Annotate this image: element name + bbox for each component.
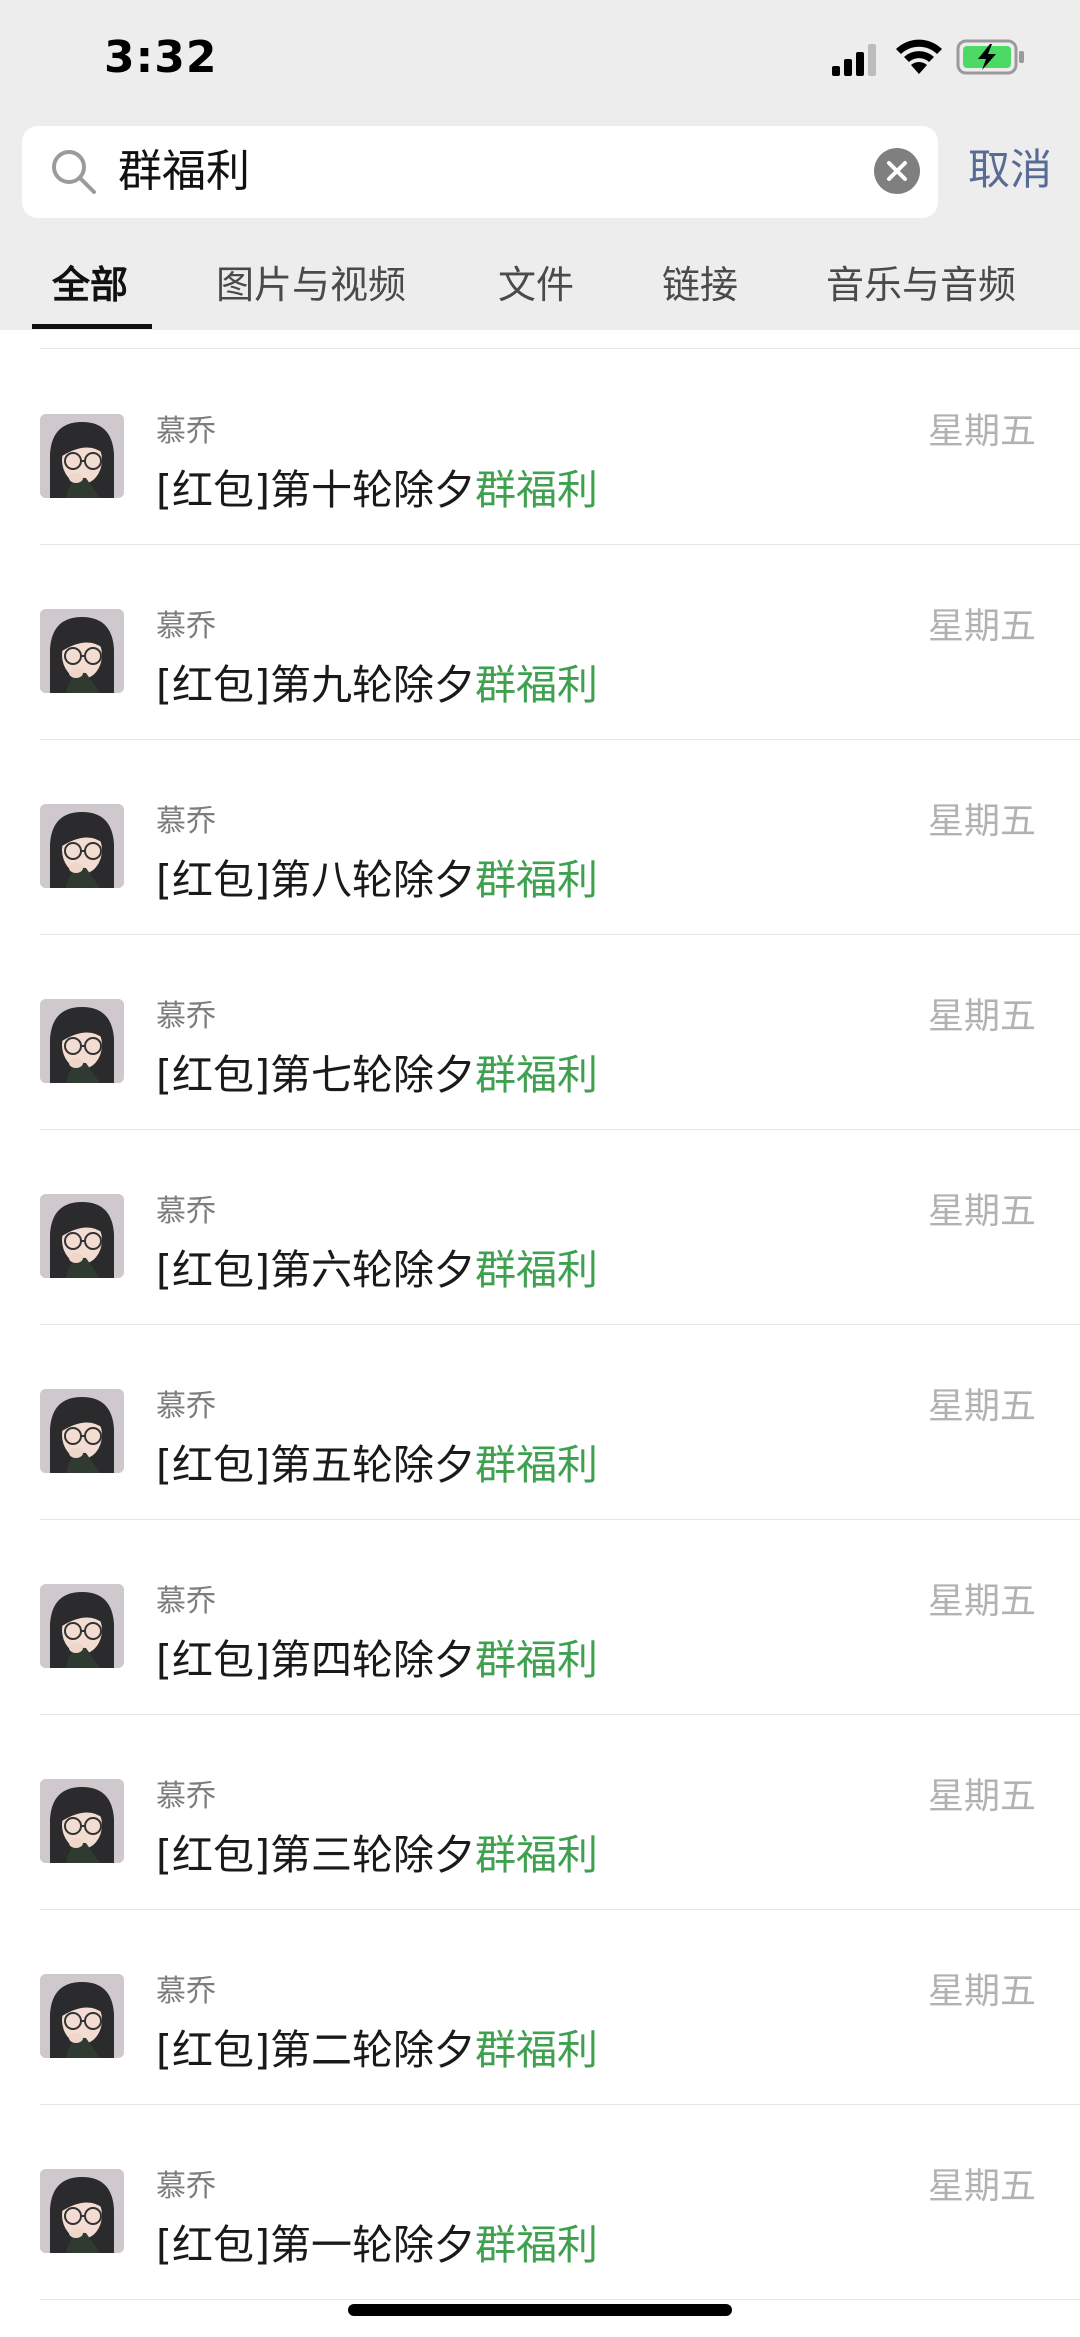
- highlighted-keyword: 群福利: [475, 1051, 598, 1099]
- sender-name: 慕乔: [156, 1194, 216, 1229]
- sender-name: 慕乔: [156, 1389, 216, 1424]
- search-icon: [52, 150, 96, 194]
- message-snippet: [红包]第八轮除夕群福利: [156, 846, 598, 906]
- message-date: 星期五: [927, 1776, 1036, 1817]
- message-date: 星期五: [927, 1386, 1036, 1427]
- message-date: 星期五: [927, 996, 1036, 1037]
- message-date: 星期五: [927, 1191, 1036, 1232]
- sender-name: 慕乔: [156, 2169, 216, 2204]
- message-prefix: [红包]第六轮除夕: [156, 1246, 475, 1294]
- result-row[interactable]: 慕乔 [红包]第六轮除夕群福利 星期五: [0, 1130, 1080, 1325]
- result-row[interactable]: 慕乔 [红包]第四轮除夕群福利 星期五: [0, 1520, 1080, 1715]
- avatar: [40, 2169, 124, 2253]
- avatar: [40, 1194, 124, 1278]
- search-field[interactable]: 群福利: [22, 126, 938, 218]
- message-snippet: [红包]第十轮除夕群福利: [156, 456, 598, 516]
- message-prefix: [红包]第五轮除夕: [156, 1441, 475, 1489]
- result-row[interactable]: 慕乔 [红包]第七轮除夕群福利 星期五: [0, 935, 1080, 1130]
- message-prefix: [红包]第二轮除夕: [156, 2026, 475, 2074]
- highlighted-keyword: 群福利: [475, 856, 598, 904]
- highlighted-keyword: 群福利: [475, 2221, 598, 2269]
- message-date: 星期五: [927, 801, 1036, 842]
- sender-name: 慕乔: [156, 1584, 216, 1619]
- home-indicator: [348, 2304, 732, 2316]
- battery-charging-icon: [956, 39, 1024, 75]
- highlighted-keyword: 群福利: [475, 1831, 598, 1879]
- sender-name: 慕乔: [156, 999, 216, 1034]
- message-prefix: [红包]第八轮除夕: [156, 856, 475, 904]
- cancel-button[interactable]: 取消: [968, 140, 1052, 200]
- message-date: 星期五: [927, 411, 1036, 452]
- highlighted-keyword: 群福利: [475, 1246, 598, 1294]
- tab-images-videos[interactable]: 图片与视频: [216, 252, 406, 318]
- result-row[interactable]: 慕乔 [红包]第九轮除夕群福利 星期五: [0, 545, 1080, 740]
- avatar: [40, 1584, 124, 1668]
- message-date: 星期五: [927, 2166, 1036, 2207]
- message-date: 星期五: [927, 1971, 1036, 2012]
- result-row[interactable]: 慕乔 [红包]第二轮除夕群福利 星期五: [0, 1910, 1080, 2105]
- sender-name: 慕乔: [156, 1779, 216, 1814]
- result-row[interactable]: 慕乔 [红包]第十轮除夕群福利 星期五: [0, 350, 1080, 545]
- clear-icon[interactable]: [874, 148, 920, 194]
- highlighted-keyword: 群福利: [475, 1636, 598, 1684]
- message-prefix: [红包]第三轮除夕: [156, 1831, 475, 1879]
- avatar: [40, 1389, 124, 1473]
- sender-name: 慕乔: [156, 1974, 216, 2009]
- tab-links[interactable]: 链接: [662, 252, 738, 318]
- sender-name: 慕乔: [156, 804, 216, 839]
- header-area: 3:32 群福利 取消 全部 图片与视频 文件 链接 音乐与音频: [0, 0, 1080, 330]
- message-snippet: [红包]第九轮除夕群福利: [156, 651, 598, 711]
- highlighted-keyword: 群福利: [475, 1441, 598, 1489]
- avatar: [40, 804, 124, 888]
- message-snippet: [红包]第二轮除夕群福利: [156, 2016, 598, 2076]
- message-snippet: [红包]第一轮除夕群福利: [156, 2211, 598, 2271]
- divider: [40, 348, 1080, 349]
- tab-all[interactable]: 全部: [52, 252, 128, 318]
- avatar: [40, 414, 124, 498]
- message-snippet: [红包]第三轮除夕群福利: [156, 1821, 598, 1881]
- status-bar: 3:32: [0, 0, 1080, 118]
- highlighted-keyword: 群福利: [475, 661, 598, 709]
- message-snippet: [红包]第四轮除夕群福利: [156, 1626, 598, 1686]
- result-row[interactable]: 慕乔 [红包]第一轮除夕群福利 星期五: [0, 2105, 1080, 2300]
- wifi-icon: [896, 39, 942, 74]
- result-row[interactable]: 慕乔 [红包]第三轮除夕群福利 星期五: [0, 1715, 1080, 1910]
- message-prefix: [红包]第七轮除夕: [156, 1051, 475, 1099]
- message-prefix: [红包]第一轮除夕: [156, 2221, 475, 2269]
- message-prefix: [红包]第九轮除夕: [156, 661, 475, 709]
- message-snippet: [红包]第七轮除夕群福利: [156, 1041, 598, 1101]
- highlighted-keyword: 群福利: [475, 2026, 598, 2074]
- avatar: [40, 609, 124, 693]
- message-date: 星期五: [927, 1581, 1036, 1622]
- avatar: [40, 1779, 124, 1863]
- status-time: 3:32: [104, 32, 218, 83]
- message-snippet: [红包]第六轮除夕群福利: [156, 1236, 598, 1296]
- message-snippet: [红包]第五轮除夕群福利: [156, 1431, 598, 1491]
- avatar: [40, 1974, 124, 2058]
- tab-music-audio[interactable]: 音乐与音频: [826, 252, 1016, 318]
- message-date: 星期五: [927, 606, 1036, 647]
- message-prefix: [红包]第四轮除夕: [156, 1636, 475, 1684]
- sender-name: 慕乔: [156, 609, 216, 644]
- message-prefix: [红包]第十轮除夕: [156, 466, 475, 514]
- divider: [40, 2299, 1080, 2300]
- result-row[interactable]: 慕乔 [红包]第八轮除夕群福利 星期五: [0, 740, 1080, 935]
- avatar: [40, 999, 124, 1083]
- sender-name: 慕乔: [156, 414, 216, 449]
- active-tab-indicator: [32, 324, 152, 329]
- tab-files[interactable]: 文件: [498, 252, 574, 318]
- highlighted-keyword: 群福利: [475, 466, 598, 514]
- search-input[interactable]: 群福利: [118, 142, 250, 202]
- signal-icon: [832, 44, 876, 76]
- filter-tabs: 全部 图片与视频 文件 链接 音乐与音频: [0, 252, 1080, 330]
- result-row[interactable]: 慕乔 [红包]第五轮除夕群福利 星期五: [0, 1325, 1080, 1520]
